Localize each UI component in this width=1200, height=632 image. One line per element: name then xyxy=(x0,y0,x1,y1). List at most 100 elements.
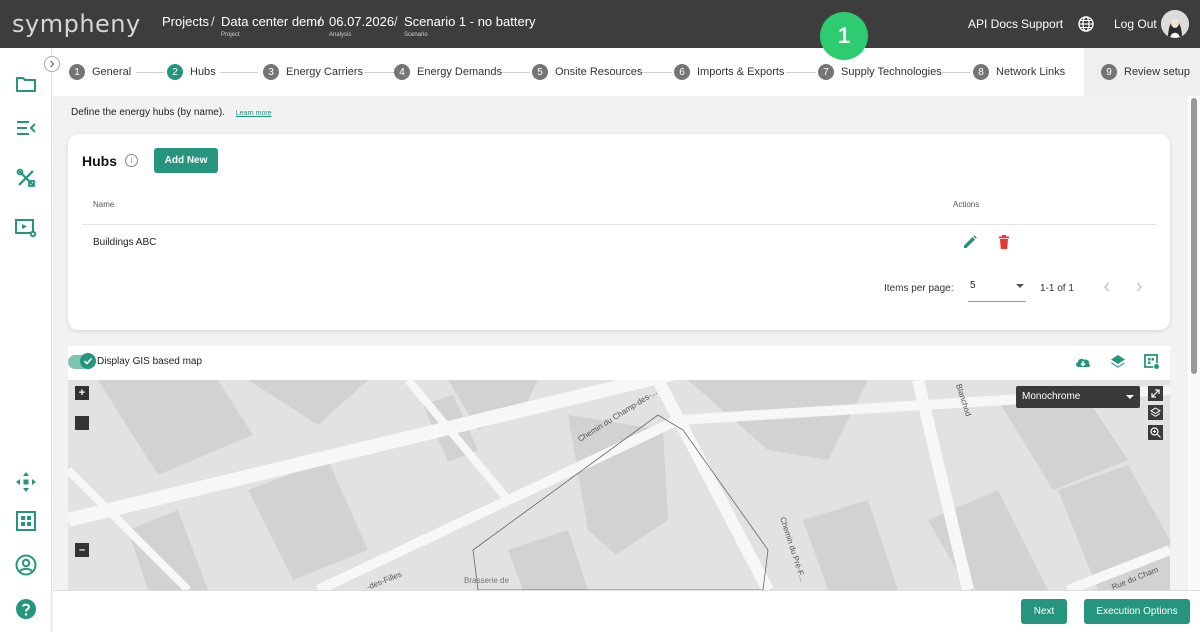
breadcrumb-project[interactable]: Data center demo xyxy=(221,14,324,29)
gis-map[interactable]: Chemin du Champ-des-... Chemin du Pré-F.… xyxy=(68,380,1170,590)
step-label: General xyxy=(92,66,132,78)
items-per-page-value: 5 xyxy=(970,280,976,291)
step-label: Energy Demands xyxy=(417,66,502,78)
dashboard-grid-icon[interactable] xyxy=(14,509,38,533)
step-number: 4 xyxy=(394,64,410,80)
globe-icon[interactable] xyxy=(1078,16,1094,32)
next-page-icon[interactable] xyxy=(1134,281,1144,293)
hubs-card: Hubs i Add New Name Actions Buildings AB… xyxy=(68,134,1170,330)
gis-toggle-label: Display GIS based map xyxy=(97,356,203,367)
step-number: 9 xyxy=(1101,64,1117,80)
move-arrows-icon[interactable] xyxy=(14,470,38,494)
breadcrumb-scenario[interactable]: Scenario 1 - no battery xyxy=(404,14,536,29)
step-label: Review setup xyxy=(1124,66,1191,78)
table-divider xyxy=(82,224,1157,225)
breadcrumb-projects[interactable]: Projects xyxy=(162,14,209,29)
fullscreen-icon[interactable] xyxy=(1148,386,1163,401)
step-number: 5 xyxy=(532,64,548,80)
step-label: Hubs xyxy=(190,66,216,78)
zoom-magnifier-icon[interactable] xyxy=(1148,425,1163,440)
step-general[interactable]: 1 General xyxy=(69,64,131,80)
design-tools-icon[interactable] xyxy=(14,166,38,190)
stepper-connector xyxy=(136,72,164,73)
step-number: 1 xyxy=(69,64,85,80)
map-label-poi: Brasserie de xyxy=(464,576,509,585)
step-review-setup[interactable]: 9 Review setup xyxy=(1101,64,1190,80)
chevron-right-icon xyxy=(50,60,55,68)
main-content: Define the energy hubs (by name). Learn … xyxy=(53,96,1188,590)
logout-link[interactable]: Log Out xyxy=(1114,17,1157,31)
stepper-connector xyxy=(642,72,672,73)
step-energy-demands[interactable]: 4 Energy Demands xyxy=(394,64,502,80)
table-row: Buildings ABC xyxy=(93,237,157,248)
step-number: 2 xyxy=(167,64,183,80)
breadcrumb-analysis[interactable]: 06.07.2026 xyxy=(329,14,394,29)
avatar[interactable] xyxy=(1161,10,1189,38)
step-label: Onsite Resources xyxy=(555,66,643,78)
wizard-stepper: 1 General 2 Hubs 3 Energy Carriers 4 Ene… xyxy=(52,48,1084,96)
sidebar-expand-button[interactable] xyxy=(44,56,60,72)
api-docs-link[interactable]: API Docs xyxy=(968,17,1018,31)
list-collapse-icon[interactable] xyxy=(14,116,38,140)
app-logo[interactable]: sympheny xyxy=(12,10,141,38)
layers-icon[interactable] xyxy=(1109,353,1127,371)
delete-icon[interactable] xyxy=(996,234,1012,250)
info-icon[interactable]: i xyxy=(125,154,138,167)
check-icon xyxy=(83,357,93,365)
step-network-links[interactable]: 8 Network Links xyxy=(973,64,1065,80)
map-canvas[interactable]: Chemin du Champ-des-... Chemin du Pré-F.… xyxy=(68,380,1170,590)
chevron-down-icon xyxy=(1126,395,1134,399)
learn-more-link[interactable]: Learn more xyxy=(236,110,272,117)
step-number: 8 xyxy=(973,64,989,80)
intro-text: Define the energy hubs (by name). xyxy=(71,107,225,118)
zoom-out-button[interactable]: – xyxy=(75,543,89,557)
breadcrumb-analysis-sub: Analysis xyxy=(329,32,352,38)
step-energy-carriers[interactable]: 3 Energy Carriers xyxy=(263,64,363,80)
left-sidebar xyxy=(0,48,52,632)
page-intro: Define the energy hubs (by name). Learn … xyxy=(71,107,272,118)
step-annotation-badge: 1 xyxy=(820,12,868,60)
pagination-range: 1-1 of 1 xyxy=(1040,283,1074,294)
step-supply-technologies[interactable]: 7 Supply Technologies xyxy=(818,64,942,80)
next-button[interactable]: Next xyxy=(1021,599,1067,624)
breadcrumb-separator: / xyxy=(211,14,215,29)
previous-page-icon[interactable] xyxy=(1102,281,1112,293)
scrollbar-thumb[interactable] xyxy=(1191,98,1197,374)
column-header-actions: Actions xyxy=(953,200,980,209)
step-hubs[interactable]: 2 Hubs xyxy=(167,64,216,80)
chevron-down-icon xyxy=(1016,284,1024,288)
stepper-connector xyxy=(364,72,394,73)
step-imports-exports[interactable]: 6 Imports & Exports xyxy=(674,64,784,80)
card-title: Hubs xyxy=(82,153,117,169)
map-square-button[interactable] xyxy=(75,416,89,430)
layers-icon[interactable] xyxy=(1148,405,1163,420)
page-scrollbar[interactable] xyxy=(1188,96,1200,590)
cloud-download-icon[interactable] xyxy=(1074,353,1092,371)
gis-map-toggle[interactable] xyxy=(68,353,96,369)
folder-icon[interactable] xyxy=(14,72,38,96)
help-icon[interactable] xyxy=(14,597,38,621)
step-number: 6 xyxy=(674,64,690,80)
map-style-select[interactable]: Monochrome xyxy=(1016,386,1140,408)
stepper-connector xyxy=(786,72,816,73)
support-link[interactable]: Support xyxy=(1021,17,1063,31)
step-label: Supply Technologies xyxy=(841,66,942,78)
execution-options-button[interactable]: Execution Options xyxy=(1084,599,1190,624)
zoom-in-button[interactable]: + xyxy=(75,386,89,400)
step-label: Energy Carriers xyxy=(286,66,364,78)
add-new-button[interactable]: Add New xyxy=(154,148,218,173)
breadcrumb-scenario-sub: Scenario xyxy=(404,32,428,38)
stepper-connector xyxy=(220,72,258,73)
toggle-knob xyxy=(80,353,96,369)
edit-icon[interactable] xyxy=(962,234,978,250)
account-circle-icon[interactable] xyxy=(14,553,38,577)
map-settings-icon[interactable] xyxy=(1143,353,1161,371)
map-style-value: Monochrome xyxy=(1022,391,1081,402)
items-per-page-select[interactable]: 5 xyxy=(968,274,1026,302)
column-header-name[interactable]: Name xyxy=(93,200,114,209)
step-number: 7 xyxy=(818,64,834,80)
video-settings-icon[interactable] xyxy=(14,216,38,240)
stepper-review-area: 9 Review setup xyxy=(1084,48,1200,96)
step-number: 3 xyxy=(263,64,279,80)
step-onsite-resources[interactable]: 5 Onsite Resources xyxy=(532,64,642,80)
